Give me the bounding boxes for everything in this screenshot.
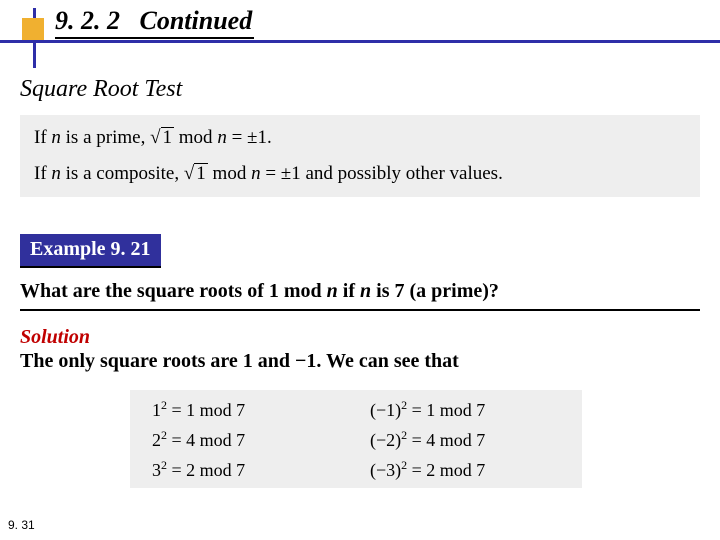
text: mod — [174, 127, 217, 148]
base: (−2) — [370, 430, 401, 450]
eq-l2: 22 = 4 mod 7 — [152, 430, 245, 451]
rhs: = 1 mod 7 — [167, 400, 245, 420]
text: = ±1. — [227, 127, 272, 148]
sqrt-icon: √1 — [150, 127, 174, 149]
sqrt-icon: √1 — [184, 163, 208, 185]
continued-label: Continued — [140, 6, 253, 35]
eq-l1: 12 = 1 mod 7 — [152, 400, 245, 421]
rhs: = 2 mod 7 — [407, 460, 485, 480]
section-number: 9. 2. 2 — [55, 6, 120, 35]
solution-heading: Solution — [20, 326, 90, 349]
var-n: n — [360, 280, 371, 302]
var-n: n — [217, 127, 227, 148]
text: if — [338, 280, 360, 302]
theorem-box: If n is a prime, √1 mod n = ±1. If n is … — [20, 115, 700, 197]
eq-l3: 32 = 2 mod 7 — [152, 460, 245, 481]
slide-title: 9. 2. 2 Continued — [55, 6, 254, 39]
base: 2 — [152, 430, 161, 450]
eq-r3: (−3)2 = 2 mod 7 — [370, 460, 485, 481]
rhs: = 1 mod 7 — [407, 400, 485, 420]
base: (−1) — [370, 400, 401, 420]
base: (−3) — [370, 460, 401, 480]
rhs: = 4 mod 7 — [167, 430, 245, 450]
base: 3 — [152, 460, 161, 480]
var-n: n — [251, 163, 261, 184]
slide: 9. 2. 2 Continued Square Root Test If n … — [0, 0, 720, 540]
eq-r2: (−2)2 = 4 mod 7 — [370, 430, 485, 451]
rhs: = 2 mod 7 — [167, 460, 245, 480]
equations-box: 12 = 1 mod 7 22 = 4 mod 7 32 = 2 mod 7 (… — [130, 390, 582, 488]
var-n: n — [327, 280, 338, 302]
var-n: n — [51, 163, 61, 184]
slide-subtitle: Square Root Test — [20, 76, 182, 103]
decor-square — [22, 18, 44, 40]
decor-hline — [0, 40, 720, 43]
eq-r1: (−1)2 = 1 mod 7 — [370, 400, 485, 421]
text: If — [34, 127, 51, 148]
example-label: Example 9. 21 — [20, 234, 161, 268]
example-question: What are the square roots of 1 mod n if … — [20, 280, 700, 311]
solution-body: The only square roots are 1 and −1. We c… — [20, 350, 459, 373]
text: is 7 (a prime)? — [371, 280, 499, 302]
radicand: 1 — [161, 127, 175, 147]
text: = ±1 and possibly other values. — [261, 163, 503, 184]
theorem-line1: If n is a prime, √1 mod n = ±1. — [34, 127, 272, 149]
page-number: 9. 31 — [8, 518, 35, 532]
text: is a composite, — [61, 163, 184, 184]
base: 1 — [152, 400, 161, 420]
text: mod — [208, 163, 251, 184]
text: is a prime, — [61, 127, 150, 148]
text: What are the square roots of 1 mod — [20, 280, 327, 302]
theorem-line2: If n is a composite, √1 mod n = ±1 and p… — [34, 163, 503, 185]
radicand: 1 — [194, 163, 208, 183]
text: If — [34, 163, 51, 184]
rhs: = 4 mod 7 — [407, 430, 485, 450]
var-n: n — [51, 127, 61, 148]
